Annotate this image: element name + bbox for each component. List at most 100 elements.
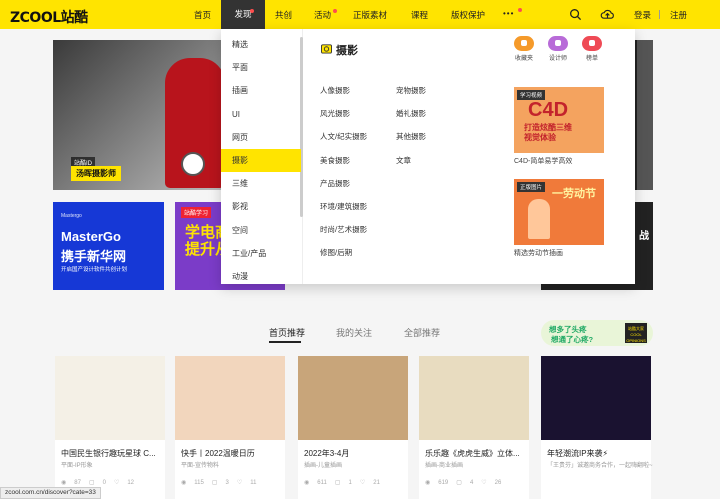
photo-subcategory-link[interactable]: 文章 (396, 155, 411, 166)
photo-subcategory-link[interactable]: 人像摄影 (320, 85, 350, 96)
labor-day-tag: 正版图片 (517, 182, 546, 192)
photo-subcategory-link[interactable]: 其他摄影 (396, 131, 426, 142)
work-thumbnail[interactable] (298, 356, 408, 440)
nav-courses[interactable]: 课程 (411, 9, 428, 21)
c4d-caption[interactable]: C4D-简单易学高效 (514, 156, 572, 166)
discover-notification-dot (250, 9, 254, 13)
c4d-course-card[interactable]: 学习视频 C4D 打造炫酷三维 视觉体验 (514, 87, 604, 153)
work-card[interactable]: 快手丨2022温暖日历 平面-宣传物料 ◉ 115 ▢ 3 ♡ 11 (175, 356, 285, 499)
favorites-tool[interactable]: 收藏夹 (511, 36, 537, 62)
tab-all-recommended[interactable]: 全部推荐 (404, 326, 440, 339)
upload-cloud-icon[interactable] (600, 8, 615, 21)
labor-day-figure (528, 199, 550, 239)
work-card[interactable]: 年轻潮流IP来袭⚡ 「王贵芬」诚邀商务合作，一起嗨翻啦~ (541, 356, 653, 499)
hero-ball (181, 152, 205, 176)
photo-subcategory-link[interactable]: 修图/后期 (320, 247, 352, 258)
labor-day-card[interactable]: 正版图片 一劳动节 (514, 179, 604, 245)
like-count: 11 (250, 480, 257, 486)
banner-mastergo-subtitle: 携手新华网 (61, 249, 127, 264)
register-link[interactable]: 注册 (670, 9, 687, 21)
labor-day-caption[interactable]: 精选劳动节插画 (514, 248, 563, 258)
camera-icon (321, 44, 332, 54)
like-count: 26 (494, 480, 502, 486)
comment-count: 3 (225, 480, 229, 486)
category-item[interactable]: 三维 (221, 172, 301, 195)
zcool-logo[interactable]: ZCOOL站酷 (10, 7, 88, 27)
comment-count: 1 (348, 480, 352, 486)
c4d-title: C4D (528, 99, 569, 121)
work-title[interactable]: 2022年3-4月 (304, 448, 404, 459)
rankings-tool[interactable]: 榜单 (579, 36, 605, 62)
category-item[interactable]: 空间 (221, 219, 301, 242)
designers-tool[interactable]: 设计师 (545, 36, 571, 62)
comment-icon: ▢ (88, 480, 95, 486)
comment-icon: ▢ (334, 480, 341, 486)
work-stats: ◉ 619 ▢ 4 ♡ 26 (425, 479, 509, 486)
photo-subcategory-link[interactable]: 风光摄影 (320, 108, 350, 119)
more-notification-dot (518, 8, 522, 12)
comment-count: 4 (469, 480, 474, 486)
nav-copyright[interactable]: 版权保护 (451, 9, 485, 21)
hero-next-slide[interactable] (637, 40, 653, 190)
work-thumbnail[interactable] (419, 356, 529, 440)
photo-subcategory-link[interactable]: 环境/建筑摄影 (320, 201, 367, 212)
category-item[interactable]: UI (221, 103, 301, 126)
work-title[interactable]: 乐乐趣《虎虎生威》立体... (425, 448, 525, 459)
like-icon: ♡ (236, 480, 243, 486)
category-item[interactable]: 平面 (221, 56, 301, 79)
favorites-label: 收藏夹 (514, 56, 533, 62)
search-icon[interactable] (569, 8, 582, 21)
banner-mastergo-brand: Mastergo (61, 213, 82, 219)
category-item[interactable]: 工业/产品 (221, 242, 301, 265)
nav-discover[interactable]: 发现 (221, 0, 265, 29)
photo-subcategory-link[interactable]: 美食摄影 (320, 155, 350, 166)
category-item[interactable]: 精选 (221, 33, 301, 56)
photo-subcategory-link[interactable]: 宠物摄影 (396, 85, 426, 96)
login-link[interactable]: 登录 (634, 9, 651, 21)
photo-subcategory-link[interactable]: 婚礼摄影 (396, 108, 426, 119)
nav-more[interactable]: ••• (503, 8, 514, 20)
work-card[interactable]: 2022年3-4月 插画-儿童插画 ◉ 611 ▢ 1 ♡ 21 (298, 356, 408, 499)
banner-course-tag: 站酷学习 (181, 207, 212, 218)
work-title[interactable]: 快手丨2022温暖日历 (181, 448, 281, 459)
eye-icon: ◉ (61, 480, 67, 486)
tab-active-underline (269, 341, 301, 343)
nav-events[interactable]: 活动 (314, 9, 331, 21)
category-item[interactable]: 摄影 (221, 149, 301, 172)
nav-cocreate[interactable]: 共创 (275, 9, 292, 21)
work-category: 平面-IP形象 (61, 463, 93, 469)
work-card[interactable]: 中国民生银行趣玩星球 C... 平面-IP形象 ◉ 87 ▢ 0 ♡ 12 (55, 356, 165, 499)
banner-mastergo-title: MasterGo (61, 229, 121, 244)
opinions-promo[interactable]: 想多了头疼 想通了心疼? 站酷大家 COOL OPINIONS (541, 320, 653, 346)
like-count: 12 (127, 480, 135, 486)
promo-line2: 想通了心疼? (551, 335, 594, 344)
work-title[interactable]: 中国民生银行趣玩星球 C... (61, 448, 161, 459)
view-count: 619 (438, 480, 449, 486)
work-thumbnail[interactable] (55, 356, 165, 440)
tab-following[interactable]: 我的关注 (336, 326, 372, 339)
photo-subcategory-link[interactable]: 产品摄影 (320, 178, 350, 189)
photo-subcategory-link[interactable]: 人文/纪实摄影 (320, 131, 367, 142)
eye-icon: ◉ (181, 480, 187, 486)
hero-tag-main[interactable]: 汤晖摄影师 (71, 166, 121, 181)
work-thumbnail[interactable] (175, 356, 285, 440)
banner-mastergo[interactable]: Mastergo MasterGo 携手新华网 开启国产设计软件共创计划 (53, 202, 164, 290)
category-item[interactable]: 动漫 (221, 265, 301, 288)
category-item[interactable]: 网页 (221, 126, 301, 149)
work-thumbnail[interactable] (541, 356, 651, 440)
work-card[interactable]: 乐乐趣《虎虎生威》立体... 插画-商业插画 ◉ 619 ▢ 4 ♡ 26 (419, 356, 529, 499)
work-title[interactable]: 年轻潮流IP来袭⚡ (547, 448, 647, 459)
work-category: 插画-商业插画 (425, 463, 463, 469)
view-count: 87 (74, 480, 81, 486)
category-list: 精选 平面 插画 UI 网页 摄影 三维 影视 空间 工业/产品 动漫 (221, 29, 303, 284)
work-category: 「王贵芬」诚邀商务合作，一起嗨翻啦~ (547, 463, 653, 469)
tab-home-recommended[interactable]: 首页推荐 (269, 326, 305, 339)
status-url: zcool.com.cn/discover?cate=33 (0, 487, 101, 499)
like-icon: ♡ (481, 480, 487, 486)
nav-stock-assets[interactable]: 正版素材 (353, 9, 387, 21)
photo-subcategory-link[interactable]: 时尚/艺术摄影 (320, 224, 367, 235)
top-nav-bar: ZCOOL站酷 首页 发现 共创 活动 正版素材 课程 版权保护 ••• 登录 … (0, 0, 720, 29)
category-item[interactable]: 影视 (221, 195, 301, 218)
nav-home[interactable]: 首页 (194, 9, 211, 21)
category-item[interactable]: 插画 (221, 79, 301, 102)
